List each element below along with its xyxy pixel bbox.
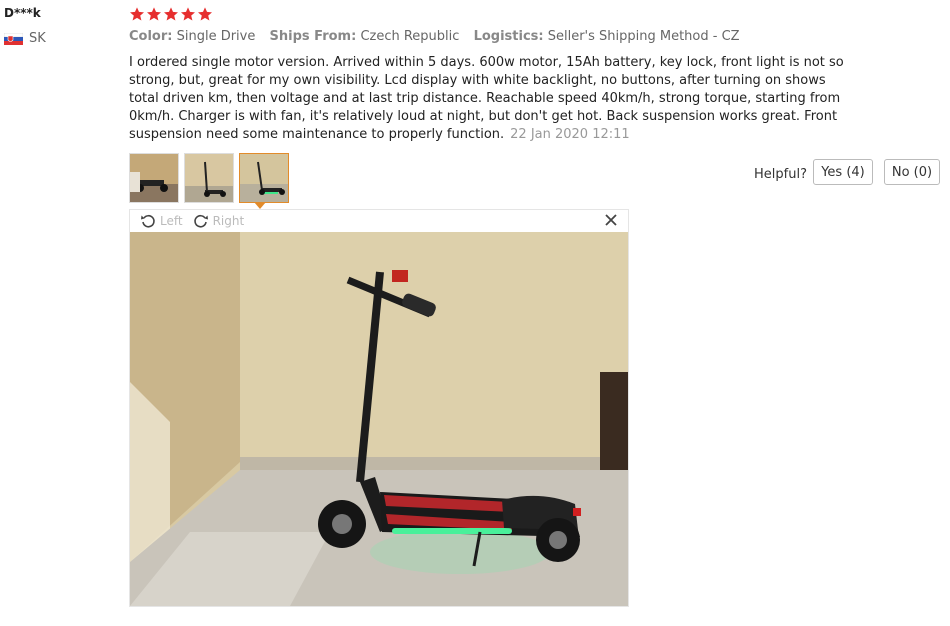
- rotate-right-button[interactable]: Right: [193, 213, 245, 229]
- helpful-yes-button[interactable]: Yes (4): [813, 159, 873, 185]
- photo-thumbnail-1[interactable]: [129, 153, 179, 203]
- helpful-label: Helpful?: [754, 167, 807, 182]
- reviewer-name: D***k: [4, 6, 41, 20]
- review-body: I ordered single motor version. Arrived …: [129, 54, 849, 144]
- review-photo: [130, 232, 628, 606]
- ships-from-value: Czech Republic: [360, 29, 460, 44]
- reviewer-country: SK: [4, 31, 46, 46]
- photo-thumbnail-3[interactable]: [239, 153, 289, 203]
- star-icon: [147, 7, 161, 21]
- rotate-right-label: Right: [212, 214, 245, 228]
- review-date: 22 Jan 2020 12:11: [510, 127, 630, 142]
- thumbnail-image: [240, 154, 288, 202]
- thumbnail-image: [130, 154, 178, 202]
- rotate-right-icon: [193, 214, 208, 228]
- country-code: SK: [29, 31, 46, 46]
- thumbnail-image: [185, 154, 233, 202]
- order-meta: Color: Single Drive Ships From: Czech Re…: [129, 29, 750, 44]
- rotate-left-label: Left: [160, 214, 183, 228]
- active-thumbnail-indicator: [254, 202, 266, 209]
- logistics-label: Logistics:: [473, 29, 544, 44]
- rating-stars: [129, 6, 213, 22]
- star-icon: [198, 7, 212, 21]
- helpful-no-button[interactable]: No (0): [884, 159, 940, 185]
- photo-viewer-toolbar: Left Right: [130, 210, 628, 232]
- close-icon[interactable]: [604, 213, 618, 227]
- review-photo-thumbnails: [129, 153, 289, 203]
- logistics-value: Seller's Shipping Method - CZ: [547, 29, 740, 44]
- ships-from-label: Ships From:: [269, 29, 357, 44]
- slovakia-flag-icon: [4, 32, 23, 45]
- review-text: I ordered single motor version. Arrived …: [129, 55, 844, 142]
- color-value: Single Drive: [176, 29, 256, 44]
- rotate-left-icon: [141, 214, 155, 228]
- photo-viewer: Left Right: [129, 209, 629, 607]
- star-icon: [164, 7, 178, 21]
- rotate-left-button[interactable]: Left: [140, 213, 183, 229]
- photo-thumbnail-2[interactable]: [184, 153, 234, 203]
- star-icon: [130, 7, 144, 21]
- star-icon: [181, 7, 195, 21]
- color-label: Color:: [129, 29, 173, 44]
